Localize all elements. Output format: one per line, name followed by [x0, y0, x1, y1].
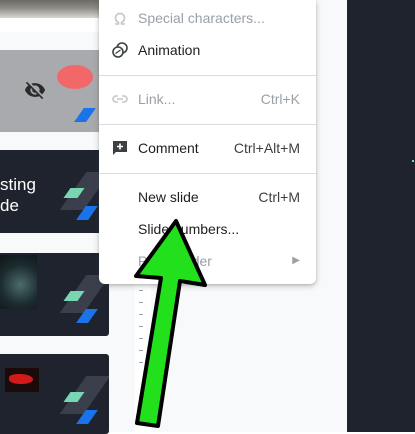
slide-thumbnail-2[interactable]: [0, 50, 109, 132]
slide-image: [5, 368, 39, 392]
slide-image: [0, 255, 37, 309]
slide-thumbnail-4[interactable]: [0, 253, 109, 336]
menu-item-new-slide[interactable]: New slide Ctrl+M: [99, 182, 316, 212]
menu-item-slide-numbers[interactable]: Slide numbers...: [99, 214, 316, 244]
menu-item-link[interactable]: Link... Ctrl+K: [99, 84, 316, 114]
menu-separator: [99, 173, 316, 174]
animation-icon: [111, 41, 129, 59]
menu-separator: [99, 124, 316, 125]
slide-thumbnail-3[interactable]: sting de: [0, 150, 109, 233]
speech-bubble-shape: [57, 65, 93, 89]
add-comment-icon: [111, 139, 129, 157]
current-slide[interactable]: [347, 0, 415, 432]
menu-item-special-characters[interactable]: Special characters...: [99, 3, 316, 33]
slide-thumbnail-1[interactable]: [0, 0, 109, 32]
omega-icon: [111, 9, 129, 27]
slide-thumbnail-5[interactable]: [0, 354, 109, 434]
slide-title-text: sting de: [0, 175, 36, 215]
menu-item-comment[interactable]: Comment Ctrl+Alt+M: [99, 133, 316, 163]
insert-menu-dropdown: Special characters... Animation Link... …: [99, 0, 316, 284]
menu-item-placeholder[interactable]: Placeholder ▶: [99, 246, 316, 276]
menu-separator: [99, 75, 316, 76]
menu-item-animation[interactable]: Animation: [99, 35, 316, 65]
submenu-arrow-icon: ▶: [292, 255, 300, 266]
link-icon: [111, 90, 129, 108]
landscape-photo: [0, 0, 109, 18]
